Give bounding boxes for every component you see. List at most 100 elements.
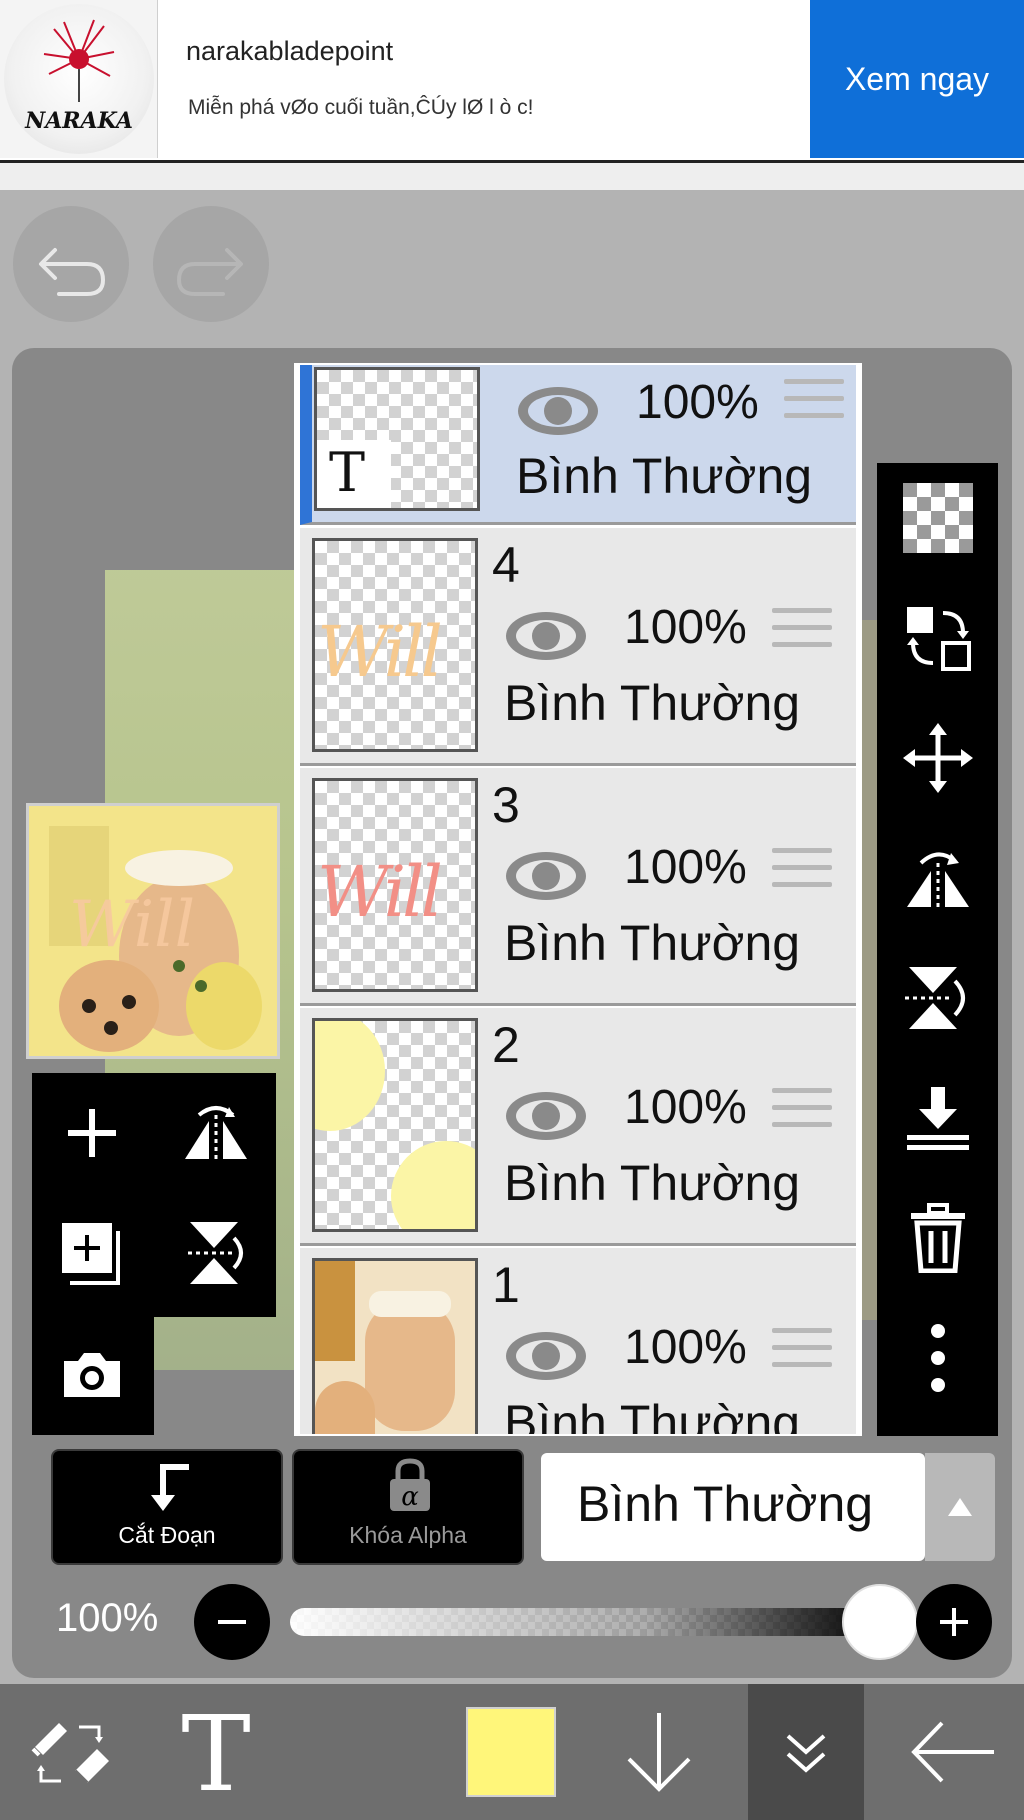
redo-icon [176,248,243,296]
blend-mode-dropdown-arrow[interactable] [925,1453,995,1561]
ad-cta-button[interactable]: Xem ngay [810,0,1024,158]
drag-handle-icon[interactable] [772,1328,832,1380]
preview-artwork: Will [29,806,277,1056]
layer-row-1[interactable]: 1 100% Bình Thường [300,1248,856,1436]
layer-opacity: 100% [636,376,759,429]
flip-horizontal-button[interactable] [176,1093,256,1173]
ad-title[interactable]: narakabladepoint [186,36,393,67]
undo-icon [39,248,106,296]
layer-thumbnail[interactable]: Will [312,778,478,992]
merge-down-button[interactable] [903,1083,973,1153]
alpha-symbol: α [401,1482,419,1512]
add-layer-button[interactable] [52,1093,132,1173]
brush-eraser-button[interactable] [14,1684,126,1820]
transparency-button[interactable] [903,483,973,553]
layer-row-3[interactable]: Will 3 100% Bình Thường [300,768,856,1006]
move-down-button[interactable] [600,1684,718,1820]
layer-opacity: 100% [624,601,747,654]
chevron-double-down-icon [786,1734,826,1773]
trash-icon [911,1203,965,1273]
swap-icon [907,607,971,671]
ad-logo: NARAKA [0,0,158,158]
clipping-label: Cắt Đoạn [118,1522,216,1548]
layer-blend-mode: Bình Thường [516,448,813,504]
text-layer-letter: T [329,441,366,504]
drag-handle-icon[interactable] [772,848,832,900]
layer-blend-mode: Bình Thường [504,675,801,731]
text-tool-icon: T [181,1702,250,1802]
clipping-button[interactable]: Cắt Đoạn [51,1449,283,1565]
visibility-eye-icon[interactable] [504,1328,588,1384]
ad-description[interactable]: Miễn phá vØo cuối tuần,ĈÚy lØ l ò c! [188,96,534,120]
more-options-button[interactable] [903,1323,973,1393]
more-vertical-icon [931,1324,945,1392]
move-button[interactable] [903,723,973,793]
current-color-swatch[interactable] [466,1707,556,1797]
blend-mode-select[interactable]: Bình Thường [541,1453,925,1561]
layer-row-text[interactable]: T 100% Bình Thường [300,365,856,525]
move-arrows-icon [903,723,973,793]
right-toolbar [877,463,998,1436]
svg-text:Will: Will [69,888,195,962]
layer-panel[interactable]: T 100% Bình Thường Will 4 100% Bình Thườ… [294,363,862,1436]
layer-blend-mode: Bình Thường [504,1395,801,1436]
visibility-eye-icon[interactable] [504,608,588,664]
layer-thumbnail[interactable] [312,1018,478,1232]
flip-horizontal-icon [907,852,969,911]
lock-icon: α [390,1458,430,1512]
merge-down-icon [907,1087,969,1150]
flip-vertical-right-button[interactable] [903,963,973,1033]
layer-opacity: 100% [624,1321,747,1374]
layer-art-will-pink: Will [317,851,443,933]
delete-layer-button[interactable] [903,1203,973,1273]
opacity-slider-track[interactable] [290,1608,880,1636]
camera-tool-box [32,1317,154,1435]
ad-separator [0,160,1024,190]
duplicate-layer-button[interactable] [52,1213,132,1293]
flip-vertical-icon [188,1222,243,1284]
layer-thumbnail[interactable] [312,1258,478,1434]
opacity-decrease-button[interactable] [194,1584,270,1660]
ad-brand-logo-text: NARAKA [25,108,133,134]
blend-mode-value: Bình Thường [577,1476,874,1532]
layer-number: 3 [492,777,520,833]
swap-layer-button[interactable] [903,603,973,673]
layer-menu-button[interactable] [748,1684,864,1820]
drag-handle-icon[interactable] [772,1088,832,1140]
flip-vertical-button[interactable] [176,1213,256,1293]
canvas-preview-thumbnail[interactable]: Will [26,803,280,1059]
camera-button[interactable] [52,1335,132,1415]
layer-tools-box [32,1073,276,1317]
layer-opacity: 100% [624,841,747,894]
opacity-increase-button[interactable] [916,1584,992,1660]
layer-row-2[interactable]: 2 100% Bình Thường [300,1008,856,1246]
layer-row-4[interactable]: Will 4 100% Bình Thường [300,528,856,766]
arrow-down-icon [627,1713,691,1792]
layer-thumbnail[interactable]: Will [312,538,478,752]
layer-thumbnail[interactable]: T [314,367,480,511]
bottom-navigation: T [0,1684,1024,1820]
layer-number: 2 [492,1017,520,1073]
ad-banner[interactable]: NARAKA narakabladepoint Miễn phá vØo cuố… [0,0,1024,160]
flip-horizontal-right-button[interactable] [903,843,973,913]
opacity-slider-knob[interactable] [842,1584,918,1660]
back-button[interactable] [894,1684,1012,1820]
clip-arrow-icon [151,1464,189,1511]
drag-handle-icon[interactable] [784,379,844,431]
visibility-eye-icon[interactable] [516,383,600,439]
alpha-lock-label: Khóa Alpha [349,1522,467,1548]
drag-handle-icon[interactable] [772,608,832,660]
text-tool-button[interactable]: T [160,1684,272,1820]
layer-number: 4 [492,537,520,593]
svg-text:T: T [181,1702,250,1802]
visibility-eye-icon[interactable] [504,848,588,904]
color-picker-button[interactable] [452,1684,570,1820]
layer-opacity: 100% [624,1081,747,1134]
layer-blend-mode: Bình Thường [504,915,801,971]
undo-button[interactable] [13,206,129,322]
alpha-lock-button[interactable]: α Khóa Alpha [292,1449,524,1565]
flip-horizontal-icon [185,1106,247,1161]
visibility-eye-icon[interactable] [504,1088,588,1144]
redo-button[interactable] [153,206,269,322]
flip-vertical-icon [905,967,965,1029]
